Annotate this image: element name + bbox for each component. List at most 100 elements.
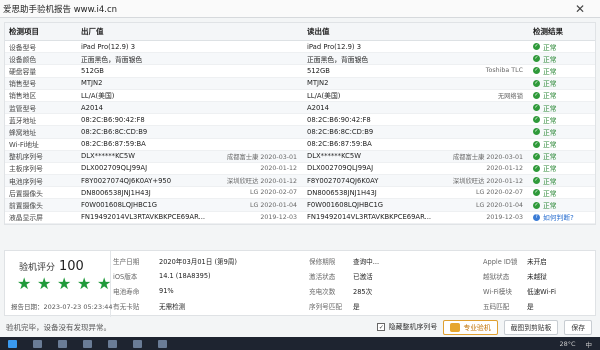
- result-text: 正常: [543, 55, 557, 64]
- read-value: F0W001608LQJHBC1G LG 2020-01-04: [303, 201, 529, 209]
- read-value: 08:2C:B6:87:59:BA: [303, 140, 529, 148]
- read-text: MTJN2: [307, 79, 329, 88]
- check-icon: ✓: [533, 177, 540, 185]
- info-key: 激活状态: [309, 272, 336, 281]
- pro-badge-icon: [450, 322, 461, 332]
- table-body: 设备型号 iPad Pro(12.9) 3 iPad Pro(12.9) 3 ✓…: [5, 41, 595, 224]
- result-status: ✓ 正常: [529, 151, 597, 161]
- app-icon[interactable]: [133, 339, 142, 348]
- info-key: 五码匹配: [483, 302, 510, 311]
- read-value: DLX002709QLJ99AJ 2020-01-12: [303, 164, 529, 172]
- input-language[interactable]: 中: [586, 339, 593, 349]
- result-status: ✓ 正常: [529, 188, 597, 198]
- pro-check-button[interactable]: 专业验机: [443, 319, 498, 335]
- copy-screenshot-button[interactable]: 截图到剪贴板: [503, 319, 559, 335]
- read-value: A2014: [303, 104, 529, 112]
- factory-text: 08:2C:B6:8C:CD:B9: [81, 127, 148, 136]
- factory-sub: LG 2020-01-04: [250, 201, 297, 209]
- hide-serial-checkbox[interactable]: ✓ 隐藏整机序列号: [377, 322, 437, 332]
- info-value: 是: [527, 302, 534, 311]
- info-value: 查询中...: [353, 257, 380, 266]
- factory-text: DLX******KC5W: [81, 152, 135, 161]
- folder-icon[interactable]: [83, 339, 92, 348]
- check-icon: ✓: [533, 43, 540, 51]
- read-text: iPad Pro(12.9) 3: [307, 42, 362, 51]
- check-icon: ✓: [533, 128, 540, 136]
- check-icon: ✓: [533, 164, 540, 172]
- close-icon[interactable]: ✕: [560, 2, 600, 16]
- row-label: 硬盘容量: [9, 67, 37, 76]
- check-table: 检测项目 出厂值 读出值 检测结果 设备型号 iPad Pro(12.9) 3 …: [4, 22, 596, 225]
- factory-text: 正面黑色，背面银色: [81, 55, 143, 64]
- how-to-judge-link[interactable]: ? 如何判断?: [529, 212, 597, 222]
- factory-text: DLX002709QLJ99AJ: [81, 164, 148, 173]
- app-icon[interactable]: [158, 339, 167, 348]
- windows-start-icon[interactable]: [8, 339, 17, 348]
- result-status: ✓ 正常: [529, 163, 597, 173]
- result-text: 正常: [543, 177, 557, 186]
- info-key: 保修期限: [309, 257, 336, 266]
- result-status: ✓ 正常: [529, 103, 597, 113]
- temperature: 28°C: [559, 339, 576, 348]
- taskbar: 28°C 中: [0, 337, 600, 350]
- read-sub: LG 2020-01-04: [476, 201, 523, 209]
- info-key: 生产日期: [113, 257, 140, 266]
- info-value: 未越狱: [527, 272, 547, 281]
- read-text: 08:2C:B6:87:59:BA: [307, 140, 372, 149]
- factory-sub: 成都富士康 2020-03-01: [226, 153, 297, 161]
- result-status: ✓ 正常: [529, 78, 597, 88]
- table-header: 检测项目 出厂值 读出值 检测结果: [5, 23, 595, 41]
- factory-text: F8Y0027074QJ6K0AY+950: [81, 176, 172, 185]
- factory-text: iPad Pro(12.9) 3: [81, 42, 136, 51]
- hide-serial-label: 隐藏整机序列号: [388, 323, 438, 331]
- info-value: 已激活: [353, 272, 373, 281]
- result-text: 正常: [543, 80, 557, 89]
- info-key: 序列号匹配: [309, 302, 342, 311]
- row-label: 设备颜色: [9, 55, 37, 64]
- read-text: 正面黑色，背面银色: [307, 55, 369, 64]
- table-row: 蜂窝地址 08:2C:B6:8C:CD:B9 08:2C:B6:8C:CD:B9…: [5, 126, 595, 139]
- result-status: ✓ 正常: [529, 90, 597, 100]
- pro-check-label: 专业验机: [463, 324, 491, 332]
- read-value: iPad Pro(12.9) 3: [303, 43, 529, 51]
- read-sub: 无网络锁: [497, 92, 523, 100]
- read-text: F8Y0027074QJ6K0AY: [307, 176, 379, 185]
- factory-text: 512GB: [81, 66, 104, 75]
- check-icon: ✓: [533, 79, 540, 87]
- factory-sub: LG 2020-02-07: [250, 189, 297, 197]
- factory-sub: 2020-01-12: [260, 164, 297, 172]
- table-row: 整机序列号 DLX******KC5W 成都富士康 2020-03-01 DLX…: [5, 150, 597, 163]
- system-tray: 28°C 中: [559, 339, 600, 349]
- info-key: Apple ID锁: [483, 257, 518, 266]
- info-key: 充电次数: [309, 287, 336, 296]
- check-icon: ✓: [533, 189, 540, 197]
- search-icon[interactable]: [33, 339, 42, 348]
- score-label: 验机评分: [19, 263, 56, 273]
- table-row: 主板序列号 DLX002709QLJ99AJ 2020-01-12 DLX002…: [5, 163, 597, 176]
- app-icon[interactable]: [108, 339, 117, 348]
- row-label: 主板序列号: [9, 165, 43, 174]
- info-key: Wi-Fi模块: [483, 287, 512, 296]
- table-row: 设备颜色 正面黑色，背面银色 正面黑色，背面银色 ✓ 正常: [5, 53, 597, 66]
- row-label: 液晶显示屏: [9, 214, 43, 223]
- factory-value: DLX******KC5W 成都富士康 2020-03-01: [77, 152, 303, 161]
- check-icon: ✓: [533, 55, 540, 63]
- factory-value: MTJN2: [77, 79, 303, 87]
- factory-value: iPad Pro(12.9) 3: [77, 43, 303, 51]
- row-label: 销售地区: [9, 92, 37, 101]
- result-status: ✓ 正常: [529, 54, 597, 64]
- browser-icon[interactable]: [58, 339, 67, 348]
- check-icon: ✓: [533, 116, 540, 124]
- result-text: 正常: [543, 128, 557, 137]
- table-row: 设备型号 iPad Pro(12.9) 3 iPad Pro(12.9) 3 ✓…: [5, 41, 595, 54]
- table-row: 后置摄像头 DN8006538JNJ1H43J LG 2020-02-07 DN…: [5, 187, 597, 200]
- checkbox-checked-icon[interactable]: ✓: [377, 323, 386, 331]
- row-label: 监管型号: [9, 104, 37, 113]
- info-key: iOS版本: [113, 272, 138, 281]
- star-icon: ★: [57, 274, 72, 293]
- info-value: 低速Wi-Fi: [527, 287, 556, 296]
- save-button[interactable]: 保存: [564, 319, 592, 335]
- factory-value: 正面黑色，背面银色: [77, 54, 303, 64]
- device-info-grid: 生产日期 2020年03月01日 (第9周) 保修期限 查询中... Apple ID锁…: [113, 253, 595, 315]
- result-text: 正常: [543, 116, 557, 125]
